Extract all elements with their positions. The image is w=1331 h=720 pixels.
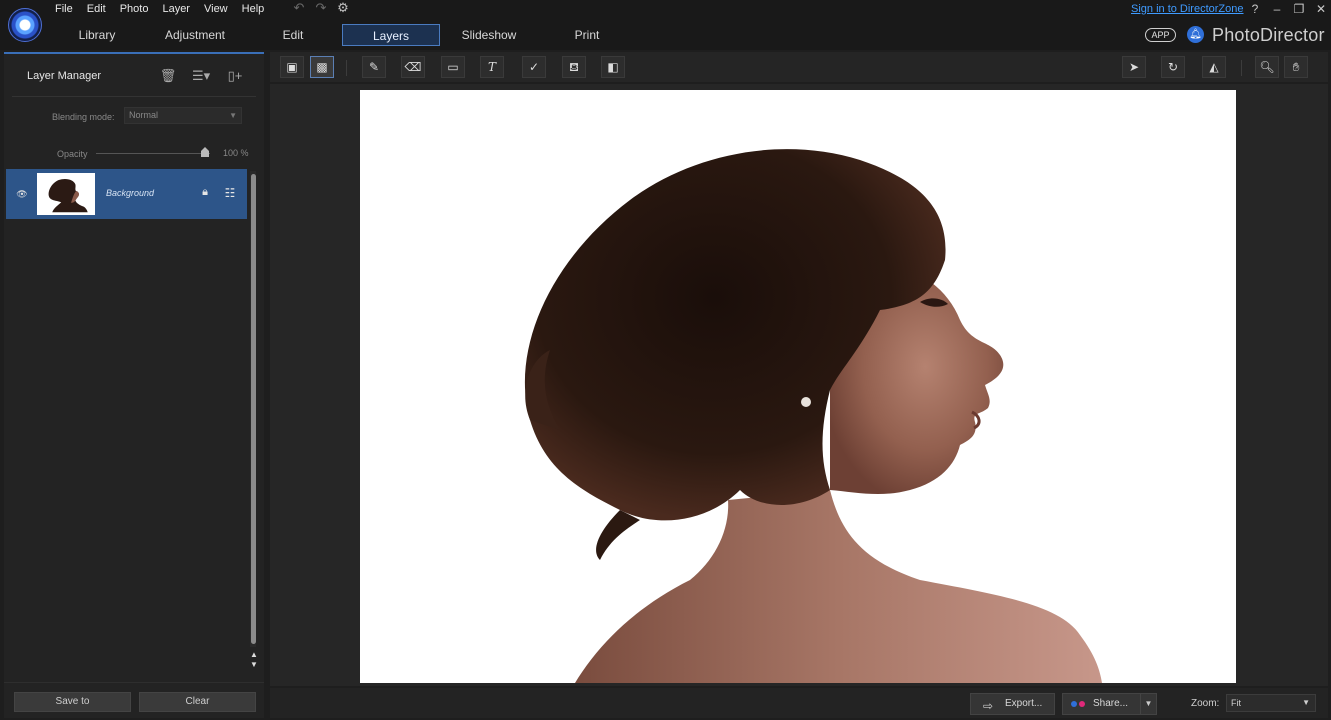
chevron-down-icon[interactable]: ▼ <box>1140 694 1156 714</box>
rotate-icon[interactable]: ↻ <box>1161 56 1185 78</box>
layer-adjust-icon[interactable]: ☷ <box>223 186 237 200</box>
scroll-down-icon[interactable]: ▼ <box>250 660 258 669</box>
tab-print[interactable]: Print <box>538 24 636 46</box>
close-icon[interactable]: ✕ <box>1315 2 1327 16</box>
opacity-value: 100 % <box>223 148 249 158</box>
tab-adjustment[interactable]: Adjustment <box>146 24 244 46</box>
image-view-icon[interactable]: ▩ <box>310 56 334 78</box>
eye-icon[interactable]: 👁︎ <box>16 189 28 199</box>
clone-icon[interactable]: ✓ <box>522 56 546 78</box>
signin-link[interactable]: Sign in to DirectorZone <box>1131 3 1244 15</box>
tab-layers[interactable]: Layers <box>342 24 440 46</box>
save-to-button[interactable]: Save to <box>14 692 131 712</box>
canvas-area <box>270 84 1328 686</box>
lock-icon[interactable]: 🔒︎ <box>199 186 211 200</box>
menu-view[interactable]: View <box>204 2 236 16</box>
layer-manager-panel: Layer Manager 🗑︎ ☰▾ ▯+ Blending mode: No… <box>4 52 264 718</box>
blending-mode-select[interactable]: Normal ▼ <box>124 107 242 124</box>
tool-bar: ▣ ▩ ✎ ⌫ ▭ T ✓ ⛾ ◧ ➤ ↻ ◭ 🔍︎ ✋︎ <box>270 52 1328 82</box>
clear-button[interactable]: Clear <box>139 692 256 712</box>
menu-photo[interactable]: Photo <box>120 2 157 16</box>
menu-help[interactable]: Help <box>242 2 273 16</box>
minimize-icon[interactable]: – <box>1271 2 1283 16</box>
settings-icon[interactable]: ⚙ <box>336 1 350 15</box>
woman-profile-photo <box>360 90 1236 683</box>
divider <box>4 682 264 683</box>
redo-icon[interactable]: ↷ <box>314 1 328 15</box>
title-bar: File Edit Photo Layer View Help ↶ ↷ ⚙ Li… <box>0 0 1331 50</box>
app-badge[interactable]: APP <box>1145 28 1176 42</box>
divider <box>12 96 256 97</box>
trash-icon[interactable]: 🗑︎ <box>159 68 177 84</box>
layer-row[interactable]: 👁︎ Background 🔒︎ ☷ <box>6 169 247 219</box>
zoom-value: Fit <box>1231 698 1241 708</box>
export-icon: ⇨ <box>983 699 994 713</box>
rectangle-icon[interactable]: ▭ <box>441 56 465 78</box>
quick-tools: ↶ ↷ ⚙ <box>292 1 350 15</box>
app-logo-icon <box>8 8 42 42</box>
text-icon[interactable]: T <box>480 56 504 78</box>
chevron-down-icon: ▼ <box>1302 698 1310 707</box>
thumbnail-image <box>39 175 93 213</box>
undo-icon[interactable]: ↶ <box>292 1 306 15</box>
menu-file[interactable]: File <box>55 2 81 16</box>
share-icon <box>1071 701 1085 707</box>
fill-icon[interactable]: ⛾ <box>562 56 586 78</box>
flip-icon[interactable]: ◭ <box>1202 56 1226 78</box>
main-nav: Library Adjustment Edit Layers Slideshow… <box>48 24 636 46</box>
help-button[interactable]: ? <box>1249 2 1261 16</box>
restore-icon[interactable]: ❐ <box>1293 2 1305 16</box>
new-layer-icon[interactable]: ▯+ <box>226 68 244 84</box>
opacity-slider-track[interactable] <box>96 153 210 154</box>
menu-edit[interactable]: Edit <box>87 2 114 16</box>
separator <box>346 60 347 76</box>
layer-options-icon[interactable]: ☰▾ <box>192 68 210 84</box>
menu-bar: File Edit Photo Layer View Help <box>55 2 278 16</box>
tab-slideshow[interactable]: Slideshow <box>440 24 538 46</box>
tab-edit[interactable]: Edit <box>244 24 342 46</box>
opacity-label: Opacity <box>57 149 88 159</box>
panel-title: Layer Manager <box>27 70 101 82</box>
scrollbar-thumb[interactable] <box>251 174 256 644</box>
separator <box>1241 60 1242 76</box>
opacity-slider-thumb[interactable] <box>201 147 209 157</box>
chevron-down-icon: ▼ <box>229 111 237 120</box>
export-button[interactable]: ⇨ Export... <box>970 693 1055 715</box>
share-button[interactable]: Share... ▼ <box>1062 693 1157 715</box>
hand-icon[interactable]: ✋︎ <box>1284 56 1308 78</box>
brush-icon[interactable]: ✎ <box>362 56 386 78</box>
eraser-icon[interactable]: ⌫ <box>401 56 425 78</box>
view-mode-icon[interactable]: ▣ <box>280 56 304 78</box>
export-label: Export... <box>1005 698 1043 709</box>
blending-mode-label: Blending mode: <box>52 112 115 122</box>
layer-name[interactable]: Background <box>106 188 154 198</box>
zoom-icon[interactable]: 🔍︎ <box>1255 56 1279 78</box>
share-label: Share... <box>1093 698 1129 709</box>
notification-bell-icon[interactable]: 🔔︎ <box>1187 26 1204 43</box>
gradient-icon[interactable]: ◧ <box>601 56 625 78</box>
zoom-select[interactable]: Fit ▼ <box>1226 694 1316 712</box>
brand-name: PhotoDirector <box>1212 25 1325 45</box>
photo-canvas[interactable] <box>360 90 1236 683</box>
tab-library[interactable]: Library <box>48 24 146 46</box>
menu-layer[interactable]: Layer <box>162 2 198 16</box>
zoom-label: Zoom: <box>1191 698 1220 709</box>
window-controls: ? – ❐ ✕ <box>1249 2 1327 16</box>
select-arrow-icon[interactable]: ➤ <box>1122 56 1146 78</box>
scroll-up-icon[interactable]: ▲ <box>250 650 258 659</box>
layer-thumbnail <box>37 173 95 215</box>
blending-mode-value: Normal <box>129 110 159 120</box>
bottom-bar: ⇨ Export... Share... ▼ Zoom: Fit ▼ <box>270 688 1328 718</box>
